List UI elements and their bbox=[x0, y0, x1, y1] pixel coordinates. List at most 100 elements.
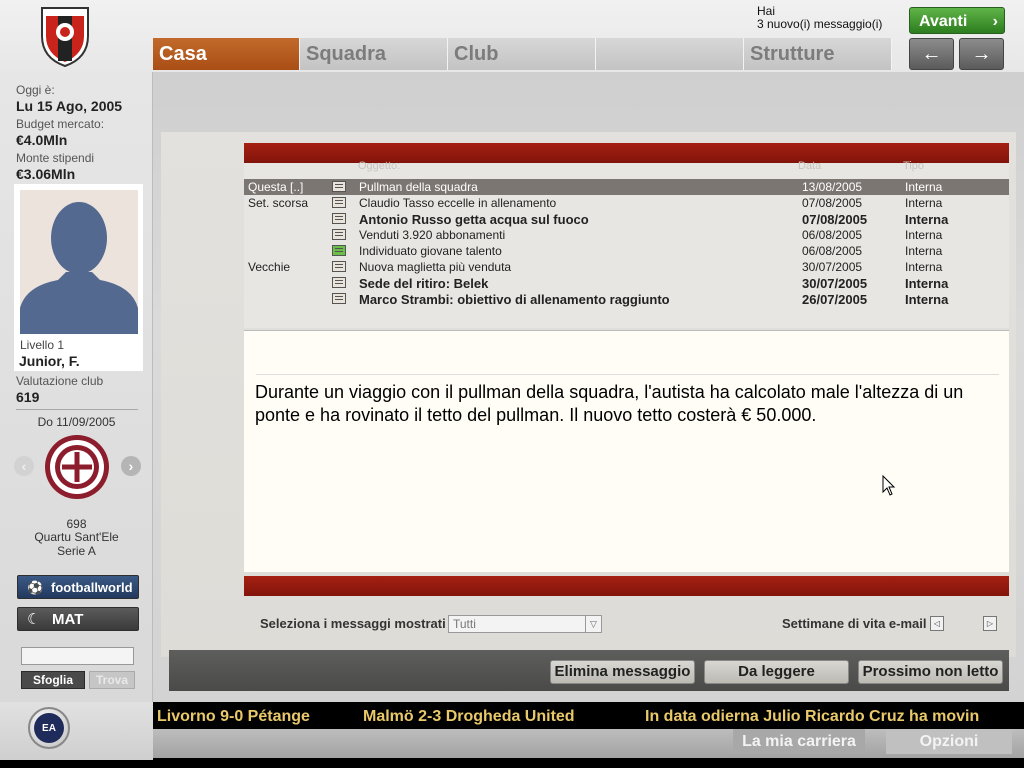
mail-row[interactable]: Questa [..] Pullman della squadra 13/08/… bbox=[244, 179, 1009, 195]
subject-column-header[interactable]: Oggetto: bbox=[358, 160, 400, 172]
forward-arrow-icon[interactable]: → bbox=[959, 38, 1004, 70]
mail-type: Interna bbox=[905, 228, 943, 242]
tab-empty[interactable] bbox=[596, 38, 744, 70]
mail-subject: Venduti 3.920 abbonamenti bbox=[359, 228, 506, 242]
browse-button[interactable]: Sfoglia bbox=[21, 671, 85, 689]
footballworld-button[interactable]: ⚽ footballworld bbox=[17, 575, 139, 599]
mail-row[interactable]: Sede del ritiro: Belek 30/07/2005 Intern… bbox=[244, 275, 1009, 291]
mail-date: 07/08/2005 bbox=[802, 196, 863, 210]
new-messages-line2: 3 nuovo(i) messaggio(i) bbox=[757, 17, 883, 31]
tab-strutture[interactable]: Strutture bbox=[744, 38, 892, 70]
footer-bar bbox=[244, 576, 1009, 596]
next-match-date: Do 11/09/2005 bbox=[37, 415, 116, 429]
mail-date: 13/08/2005 bbox=[802, 180, 863, 194]
mail-row[interactable]: Antonio Russo getta acqua sul fuoco 07/0… bbox=[244, 211, 1009, 227]
budget-value: €4.0Mln bbox=[16, 132, 68, 148]
find-button[interactable]: Trova bbox=[89, 671, 135, 689]
mail-subject: Sede del ritiro: Belek bbox=[359, 276, 489, 291]
mail-group-label: Vecchie bbox=[248, 260, 291, 274]
envelope-icon bbox=[332, 181, 346, 192]
filter-label: Seleziona i messaggi mostrati bbox=[260, 616, 446, 631]
bottom-strip bbox=[0, 760, 1024, 768]
ticker-item: In data odierna Julio Ricardo Cruz ha mo… bbox=[645, 708, 980, 725]
mail-type: Interna bbox=[905, 260, 943, 274]
manager-level: Livello 1 bbox=[20, 338, 65, 352]
type-column-header[interactable]: Tipo bbox=[903, 160, 924, 172]
mat-label: MAT bbox=[52, 611, 84, 628]
scout-envelope-icon bbox=[332, 245, 346, 256]
search-input[interactable] bbox=[21, 647, 134, 665]
footballworld-label: footballworld bbox=[51, 580, 133, 595]
mail-type: Interna bbox=[905, 292, 949, 307]
chevron-down-icon: ▽ bbox=[585, 616, 601, 632]
envelope-icon bbox=[332, 229, 346, 240]
mail-type: Interna bbox=[905, 212, 949, 227]
today-value: Lu 15 Ago, 2005 bbox=[16, 98, 123, 114]
chevron-left-icon[interactable]: ‹ bbox=[14, 456, 34, 476]
filter-select[interactable]: Tutti ▽ bbox=[448, 615, 602, 633]
envelope-icon bbox=[332, 213, 346, 224]
filter-value: Tutti bbox=[453, 617, 476, 631]
new-messages-note[interactable]: Hai 3 nuovo(i) messaggio(i) bbox=[757, 5, 882, 31]
next-button-label: Avanti bbox=[919, 13, 968, 30]
mail-date: 07/08/2005 bbox=[802, 212, 868, 227]
ea-sports-logo-icon: EA bbox=[28, 707, 70, 749]
mail-subject: Antonio Russo getta acqua sul fuoco bbox=[359, 212, 589, 227]
message-divider bbox=[256, 374, 999, 375]
my-career-button[interactable]: La mia carriera bbox=[733, 729, 865, 754]
mail-row[interactable]: Marco Strambi: obiettivo di allenamento … bbox=[244, 291, 1009, 307]
mail-row[interactable]: Vecchie Nuova maglietta più venduta 30/0… bbox=[244, 259, 1009, 275]
message-text: Durante un viaggio con il pullman della … bbox=[255, 382, 964, 425]
next-unread-button[interactable]: Prossimo non letto bbox=[858, 660, 1003, 684]
opponent-crest-icon[interactable] bbox=[44, 434, 110, 500]
ea-sports-icon: EA bbox=[34, 713, 64, 743]
mail-row[interactable]: Individuato giovane talento 06/08/2005 I… bbox=[244, 243, 1009, 259]
mat-button[interactable]: ☾ MAT bbox=[17, 607, 139, 631]
mail-date: 30/07/2005 bbox=[802, 276, 868, 291]
weeks-decrease-icon[interactable]: ◁ bbox=[930, 616, 944, 631]
club-crest-icon bbox=[41, 7, 89, 68]
date-column-header[interactable]: Data bbox=[798, 160, 821, 172]
tab-squadra[interactable]: Squadra bbox=[300, 38, 448, 70]
mail-row[interactable]: Set. scorsa Claudio Tasso eccelle in all… bbox=[244, 195, 1009, 211]
mail-subject: Claudio Tasso eccelle in allenamento bbox=[359, 196, 557, 210]
avatar bbox=[20, 190, 138, 334]
weeks-label: Settimane di vita e-mail bbox=[782, 616, 927, 631]
mail-subject: Marco Strambi: obiettivo di allenamento … bbox=[359, 292, 670, 307]
mail-date: 26/07/2005 bbox=[802, 292, 868, 307]
mail-subject: Pullman della squadra bbox=[359, 180, 478, 194]
manager-silhouette-icon bbox=[20, 202, 138, 334]
weeks-increase-icon[interactable]: ▷ bbox=[983, 616, 997, 631]
ticker-item: Livorno 9-0 Pétange bbox=[157, 708, 310, 725]
mail-group-label: Set. scorsa bbox=[248, 196, 309, 210]
back-arrow-icon[interactable]: ← bbox=[909, 38, 954, 70]
mail-date: 06/08/2005 bbox=[802, 244, 863, 258]
mail-subject: Individuato giovane talento bbox=[359, 244, 502, 258]
svg-text:EA: EA bbox=[42, 723, 56, 734]
chevron-right-icon: › bbox=[992, 13, 998, 30]
manager-card[interactable]: Livello 1 Junior, F. bbox=[14, 184, 143, 371]
club-rating-label: Valutazione club bbox=[16, 374, 104, 388]
to-read-button[interactable]: Da leggere bbox=[704, 660, 849, 684]
opponent-league: Serie A bbox=[57, 544, 96, 558]
budget-label: Budget mercato: bbox=[16, 117, 105, 131]
wages-label: Monte stipendi bbox=[16, 151, 95, 165]
mail-group-label: Questa [..] bbox=[248, 180, 304, 194]
delete-message-button[interactable]: Elimina messaggio bbox=[550, 660, 695, 684]
mail-type: Interna bbox=[905, 244, 943, 258]
mat-icon: ☾ bbox=[27, 611, 41, 628]
tab-club[interactable]: Club bbox=[448, 38, 596, 70]
next-button[interactable]: Avanti › bbox=[909, 7, 1005, 34]
options-button[interactable]: Opzioni bbox=[886, 729, 1012, 754]
wages-value: €3.06Mln bbox=[16, 166, 76, 182]
ticker-item: Malmö 2-3 Drogheda United bbox=[363, 708, 575, 725]
today-label: Oggi è: bbox=[16, 83, 55, 97]
mail-subject: Nuova maglietta più venduta bbox=[359, 260, 512, 274]
sidebar-divider bbox=[16, 409, 138, 410]
mail-row[interactable]: Venduti 3.920 abbonamenti 06/08/2005 Int… bbox=[244, 227, 1009, 243]
mail-date: 06/08/2005 bbox=[802, 228, 863, 242]
mouse-cursor-icon bbox=[882, 475, 896, 496]
tab-casa[interactable]: Casa bbox=[153, 38, 300, 70]
chevron-right-icon[interactable]: › bbox=[121, 456, 141, 476]
mail-type: Interna bbox=[905, 276, 949, 291]
